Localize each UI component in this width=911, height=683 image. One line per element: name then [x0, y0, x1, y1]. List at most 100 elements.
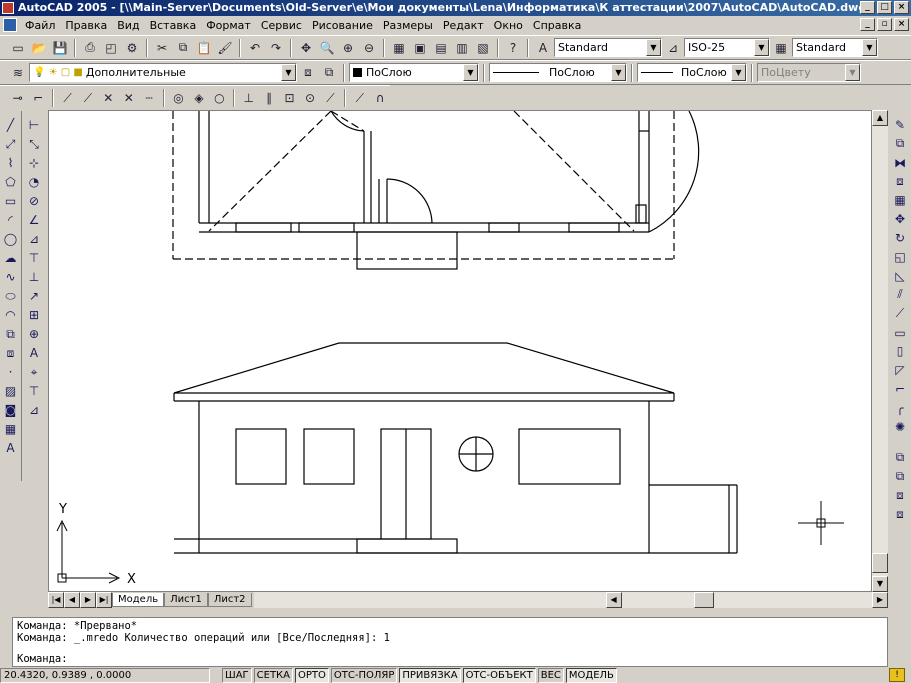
- menu-modify[interactable]: Редакт: [438, 19, 489, 32]
- tool-palettes-icon[interactable]: ▤: [431, 38, 451, 58]
- layer-manager-icon[interactable]: ≋: [8, 63, 28, 83]
- layer-previous-icon[interactable]: ⧉: [319, 63, 339, 83]
- undo-icon[interactable]: ↶: [245, 38, 265, 58]
- color-select[interactable]: ПоСлою ▼: [349, 63, 479, 82]
- dim-radius-icon[interactable]: ◔: [25, 173, 44, 191]
- sheet-set-icon[interactable]: ▥: [452, 38, 472, 58]
- coordinates-readout[interactable]: 20.4320, 0.9389 , 0.0000: [0, 667, 210, 683]
- polygon-icon[interactable]: ⬠: [1, 173, 20, 191]
- design-center-icon[interactable]: ▣: [410, 38, 430, 58]
- polyline-icon[interactable]: ⌇: [1, 154, 20, 172]
- dim-diameter-icon[interactable]: ⊘: [25, 192, 44, 210]
- send-back-icon[interactable]: ⧉: [891, 467, 910, 485]
- ortho-toggle[interactable]: ОРТО: [295, 667, 329, 683]
- array-icon[interactable]: ▦: [891, 192, 910, 210]
- properties-icon[interactable]: ▦: [389, 38, 409, 58]
- rotate-icon[interactable]: ↻: [891, 229, 910, 247]
- extend-icon[interactable]: ⟋: [891, 305, 910, 323]
- fillet-icon[interactable]: ╭: [891, 399, 910, 417]
- print-icon[interactable]: ⎙: [80, 38, 100, 58]
- doc-minimize-button[interactable]: _: [860, 18, 875, 31]
- zoom-realtime-icon[interactable]: 🔍: [317, 38, 337, 58]
- tolerance-icon[interactable]: ⊞: [25, 306, 44, 324]
- snap-insert-icon[interactable]: ⊡: [280, 88, 299, 108]
- horizontal-scroll-thumb[interactable]: [693, 592, 714, 608]
- point-icon[interactable]: ·: [1, 363, 20, 381]
- tab-prev-button[interactable]: ◀: [64, 592, 80, 608]
- dim-text-edit-icon[interactable]: ⌖: [25, 363, 44, 381]
- snap-apparent-icon[interactable]: ✕: [119, 88, 138, 108]
- scroll-right-button[interactable]: ▶: [872, 592, 888, 608]
- menu-draw[interactable]: Рисование: [307, 19, 378, 32]
- tab-sheet2[interactable]: Лист2: [207, 593, 252, 607]
- snap-extension-icon[interactable]: ┄: [139, 88, 158, 108]
- insert-block-icon[interactable]: ⧉: [1, 325, 20, 343]
- dim-style-select[interactable]: ISO-25 ▼: [684, 38, 770, 57]
- quick-dim-icon[interactable]: ⊿: [25, 230, 44, 248]
- make-block-icon[interactable]: ⧈: [1, 344, 20, 362]
- preview-icon[interactable]: ◰: [101, 38, 121, 58]
- snap-nearest-icon[interactable]: ⟋: [321, 88, 340, 108]
- hatch-icon[interactable]: ▨: [1, 382, 20, 400]
- snap-intersection-icon[interactable]: ✕: [99, 88, 118, 108]
- osnap-settings-icon[interactable]: ∩: [371, 88, 390, 108]
- scroll-left-button[interactable]: ◀: [605, 592, 622, 608]
- redo-icon[interactable]: ↷: [266, 38, 286, 58]
- layer-select[interactable]: 💡 ☀ ▢ ■ Дополнительные ▼: [29, 63, 297, 82]
- quick-leader-icon[interactable]: ↗: [25, 287, 44, 305]
- tab-next-button[interactable]: ▶: [80, 592, 96, 608]
- tab-last-button[interactable]: ▶|: [96, 592, 112, 608]
- dim-continue-icon[interactable]: ⊥: [25, 268, 44, 286]
- text-style-select[interactable]: Standard ▼: [554, 38, 662, 57]
- snap-perpendicular-icon[interactable]: ⊥: [239, 88, 258, 108]
- snap-endpoint-icon[interactable]: ⟋: [58, 88, 77, 108]
- menu-tools[interactable]: Сервис: [256, 19, 307, 32]
- snap-center-icon[interactable]: ◎: [169, 88, 188, 108]
- snap-quadrant-icon[interactable]: ◈: [189, 88, 208, 108]
- doc-restore-button[interactable]: ▫: [877, 18, 892, 31]
- snap-none-icon[interactable]: ⟋: [350, 88, 369, 108]
- dim-style-icon-v[interactable]: ⊿: [25, 401, 44, 419]
- model-toggle[interactable]: МОДЕЛЬ: [565, 667, 617, 683]
- horizontal-scrollbar[interactable]: ◀ ▶: [253, 592, 888, 608]
- cut-icon[interactable]: ✂: [152, 38, 172, 58]
- save-icon[interactable]: 💾: [50, 38, 70, 58]
- stretch-icon[interactable]: ◺: [891, 267, 910, 285]
- tab-model[interactable]: Модель: [112, 593, 165, 607]
- send-under-icon[interactable]: ⧈: [891, 505, 910, 523]
- new-icon[interactable]: ▭: [8, 38, 28, 58]
- copy-object-icon[interactable]: ⧉: [891, 135, 910, 153]
- command-window[interactable]: Команда: *Прервано* Команда: _.mredo Кол…: [12, 617, 888, 667]
- vertical-scrollbar[interactable]: ▲ ▼: [872, 110, 888, 592]
- autocad-app-icon[interactable]: [2, 2, 14, 14]
- menu-view[interactable]: Вид: [112, 19, 144, 32]
- communication-center-icon[interactable]: !: [889, 668, 905, 682]
- copy-icon[interactable]: ⧉: [173, 38, 193, 58]
- snap-node-icon[interactable]: ⊙: [300, 88, 319, 108]
- command-input[interactable]: Команда:: [17, 653, 883, 665]
- arc-icon[interactable]: ◜: [1, 211, 20, 229]
- maximize-button[interactable]: □: [877, 1, 892, 14]
- otrack-toggle[interactable]: ОТС-ОБЪЕКТ: [462, 667, 536, 683]
- open-icon[interactable]: 📂: [29, 38, 49, 58]
- doc-close-button[interactable]: ×: [894, 18, 909, 31]
- menu-file[interactable]: Файл: [20, 19, 60, 32]
- dim-aligned-icon[interactable]: ⤡: [25, 135, 44, 153]
- match-properties-icon[interactable]: 🖌: [215, 38, 235, 58]
- temp-track-icon[interactable]: ⊸: [8, 88, 27, 108]
- scale-icon[interactable]: ◱: [891, 248, 910, 266]
- vertical-scroll-thumb[interactable]: [872, 553, 888, 573]
- join-icon[interactable]: ◸: [891, 361, 910, 379]
- minimize-button[interactable]: _: [860, 1, 875, 14]
- menu-edit[interactable]: Правка: [60, 19, 112, 32]
- menu-insert[interactable]: Вставка: [145, 19, 202, 32]
- drawing-area[interactable]: Y X: [48, 110, 872, 592]
- dim-update-icon[interactable]: ⊤: [25, 382, 44, 400]
- revcloud-icon[interactable]: ☁: [1, 249, 20, 267]
- ellipse-icon[interactable]: ⬭: [1, 287, 20, 305]
- dim-edit-icon[interactable]: A: [25, 344, 44, 362]
- linetype-select[interactable]: ПоСлою ▼: [489, 63, 627, 82]
- table-icon[interactable]: ▦: [1, 420, 20, 438]
- move-icon[interactable]: ✥: [891, 210, 910, 228]
- scroll-up-button[interactable]: ▲: [872, 110, 888, 126]
